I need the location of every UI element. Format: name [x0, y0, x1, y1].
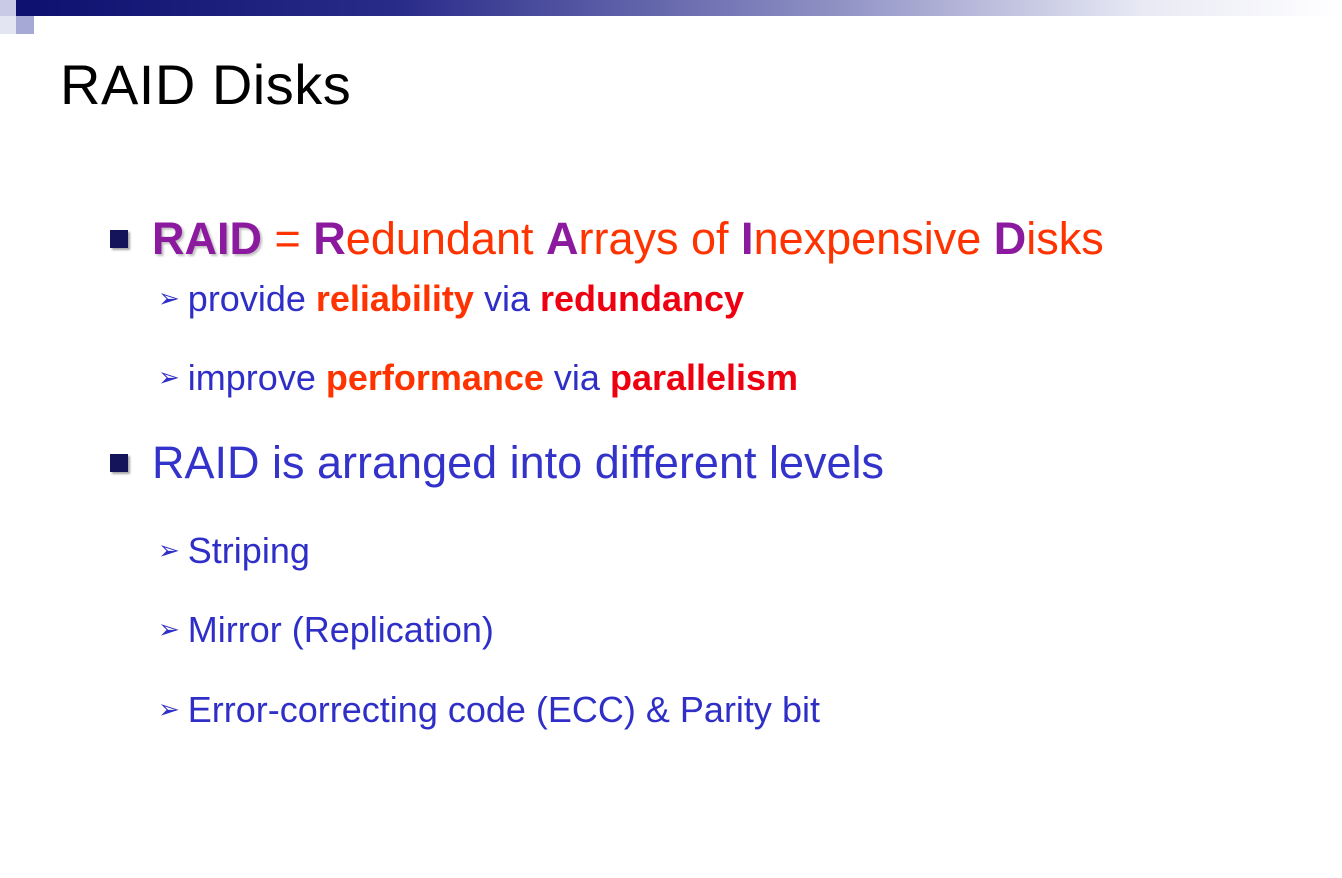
arrow-bullet-icon: ➢ [158, 694, 180, 724]
sub-bullet-text: improve [187, 357, 326, 398]
sub-bullet-text: Mirror (Replication) [187, 609, 494, 650]
initial-letter: D [993, 213, 1027, 264]
sub-bullet-text: Striping [187, 530, 310, 571]
initial-letter: I [741, 213, 754, 264]
arrow-bullet-icon: ➢ [158, 614, 180, 644]
sub-bullet-text: provide [187, 278, 316, 319]
word-remainder: edundant [345, 213, 546, 264]
initial-letter: R [313, 213, 346, 264]
square-bullet-icon [110, 230, 128, 248]
keyword-reliability: reliability [315, 278, 474, 319]
sub-bullet-text: via [543, 357, 610, 398]
arrow-bullet-icon: ➢ [158, 362, 180, 392]
sub-bullet-performance: ➢ improve performance via parallelism [158, 357, 798, 399]
keyword-parallelism: parallelism [609, 357, 799, 398]
sub-bullet-reliability: ➢ provide reliability via redundancy [158, 278, 744, 320]
word-remainder: nexpensive [753, 213, 994, 264]
sub-bullet-text: Error-correcting code (ECC) & Parity bit [187, 689, 820, 730]
sub-bullet-mirror: ➢ Mirror (Replication) [158, 609, 494, 651]
bullet-text: RAID is arranged into different levels [152, 437, 885, 488]
bullet-raid-definition: RAID = Redundant Arrays of Inexpensive D… [82, 213, 1104, 265]
sub-bullet-ecc-parity: ➢ Error-correcting code (ECC) & Parity bi… [158, 689, 820, 731]
initial-letter: A [546, 213, 579, 264]
keyword-performance: performance [325, 357, 544, 398]
bullet-raid-levels: RAID is arranged into different levels [82, 437, 884, 489]
keyword-redundancy: redundancy [539, 278, 745, 319]
arrow-bullet-icon: ➢ [158, 283, 180, 313]
word-remainder: isks [1026, 213, 1104, 264]
word-remainder: rrays of [578, 213, 742, 264]
slide-content: RAID = Redundant Arrays of Inexpensive D… [0, 0, 1342, 878]
sub-bullet-text: via [473, 278, 540, 319]
equals-sign: = [262, 213, 314, 264]
square-bullet-icon [110, 454, 128, 472]
arrow-bullet-icon: ➢ [158, 535, 180, 565]
sub-bullet-striping: ➢ Striping [158, 530, 310, 572]
raid-term: RAID [152, 213, 262, 264]
